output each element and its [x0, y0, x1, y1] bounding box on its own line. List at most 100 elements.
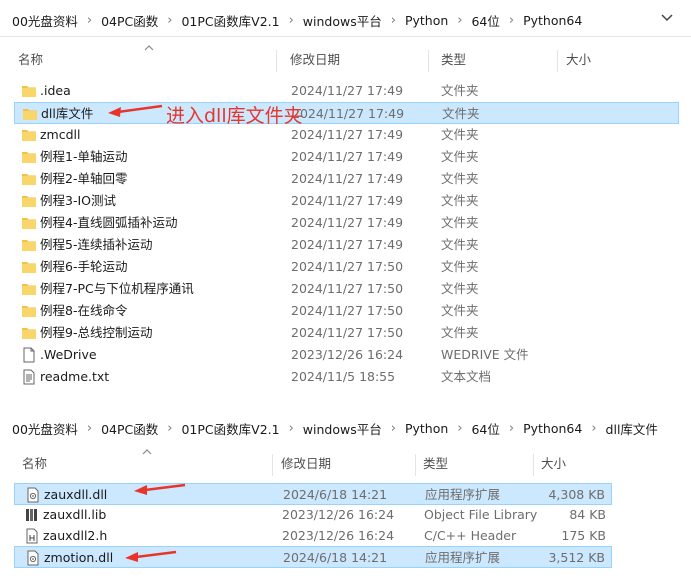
file-type: 应用程序扩展 — [425, 487, 501, 502]
file-name: dll库文件 — [41, 106, 94, 121]
folder-icon — [21, 127, 37, 143]
file-date: 2024/11/27 17:49 — [291, 193, 404, 208]
file-name: zauxdll.dll — [44, 487, 108, 502]
folder-icon — [21, 149, 37, 165]
breadcrumb-separator-icon: › — [390, 421, 396, 436]
breadcrumb-item[interactable]: 64位 — [471, 11, 499, 30]
file-name: 例程8-在线命令 — [40, 303, 128, 318]
bottom-column-header: 名称 修改日期 类型 大小 — [14, 449, 683, 478]
file-row[interactable]: 例程9-总线控制运动 2024/11/27 17:50 文件夹 — [14, 322, 679, 344]
breadcrumb-item[interactable]: 00光盘资料 — [12, 419, 78, 438]
file-size: 4,308 KB — [548, 487, 605, 502]
file-name: zauxdll2.h — [43, 528, 108, 543]
top-column-header: 名称 修改日期 类型 大小 — [14, 45, 683, 74]
breadcrumb-item[interactable]: 01PC函数库V2.1 — [181, 419, 279, 438]
breadcrumb-separator-icon: › — [86, 421, 93, 436]
folder-icon — [21, 259, 37, 275]
file-type: 文件夹 — [441, 83, 479, 98]
file-name: zauxdll.lib — [43, 507, 107, 522]
file-row[interactable]: zauxdll.dll 2024/6/18 14:21 应用程序扩展 4,308 KB — [14, 483, 612, 505]
file-type: C/C++ Header — [424, 528, 517, 543]
file-date: 2024/11/27 17:49 — [291, 83, 404, 98]
file-size: 84 KB — [569, 507, 606, 522]
file-date: 2024/6/18 14:21 — [283, 550, 388, 565]
breadcrumb-item[interactable]: 04PC函数 — [101, 11, 158, 30]
file-type: 文件夹 — [441, 215, 479, 230]
file-row[interactable]: zmotion.dll 2024/6/18 14:21 应用程序扩展 3,512 KB — [14, 546, 612, 568]
file-name: 例程7-PC与下位机程序通讯 — [40, 281, 194, 296]
file-name: readme.txt — [40, 369, 110, 384]
chevron-down-icon[interactable] — [659, 9, 675, 25]
column-divider[interactable] — [415, 454, 416, 476]
bottom-breadcrumb-bar: 00光盘资料 › 04PC函数 › 01PC函数库V2.1 › windows平台 › … — [0, 412, 691, 442]
column-divider[interactable] — [276, 50, 277, 72]
file-row[interactable]: zmcdll 2024/11/27 17:49 文件夹 — [14, 124, 679, 146]
column-divider[interactable] — [272, 454, 273, 476]
column-divider[interactable] — [557, 50, 558, 72]
breadcrumb-separator-icon: › — [457, 13, 463, 28]
column-date[interactable]: 修改日期 — [290, 46, 340, 74]
folder-icon — [21, 303, 37, 319]
column-name[interactable]: 名称 — [22, 450, 47, 478]
folder-icon — [21, 281, 37, 297]
breadcrumb-separator-icon: › — [167, 421, 173, 436]
file-date: 2024/11/27 17:49 — [291, 171, 404, 186]
file-row[interactable]: 例程4-直线圆弧插补运动 2024/11/27 17:49 文件夹 — [14, 212, 679, 234]
column-divider[interactable] — [428, 50, 429, 72]
file-row[interactable]: readme.txt 2024/11/5 18:55 文本文档 — [14, 366, 679, 388]
file-date: 2024/11/27 17:49 — [291, 215, 404, 230]
file-name: 例程6-手轮运动 — [40, 259, 128, 274]
file-row[interactable]: 例程2-单轴回零 2024/11/27 17:49 文件夹 — [14, 168, 679, 190]
file-type: 文件夹 — [441, 303, 479, 318]
file-name: .idea — [40, 83, 71, 98]
breadcrumb-item[interactable]: Python — [405, 13, 448, 28]
breadcrumb-separator-icon: › — [591, 421, 597, 436]
breadcrumb-item[interactable]: 00光盘资料 — [12, 11, 78, 30]
file-row[interactable]: 例程3-IO测试 2024/11/27 17:49 文件夹 — [14, 190, 679, 212]
dll-icon — [25, 550, 41, 566]
breadcrumb-separator-icon: › — [457, 421, 463, 436]
column-type[interactable]: 类型 — [423, 450, 448, 478]
file-type: 文件夹 — [441, 171, 479, 186]
file-row[interactable]: 例程1-单轴运动 2024/11/27 17:49 文件夹 — [14, 146, 679, 168]
column-size[interactable]: 大小 — [541, 450, 566, 478]
column-type[interactable]: 类型 — [441, 46, 466, 74]
column-size[interactable]: 大小 — [566, 46, 591, 74]
breadcrumb-item[interactable]: windows平台 — [303, 11, 382, 30]
breadcrumb-item[interactable]: dll库文件 — [606, 419, 658, 438]
sort-up-icon — [144, 45, 154, 51]
breadcrumb-item[interactable]: 04PC函数 — [101, 419, 158, 438]
file-name: 例程5-连续插补运动 — [40, 237, 153, 252]
breadcrumb-item[interactable]: Python — [405, 421, 448, 436]
file-row[interactable]: 例程8-在线命令 2024/11/27 17:50 文件夹 — [14, 300, 679, 322]
folder-icon — [21, 237, 37, 253]
file-row[interactable]: zauxdll2.h 2023/12/26 16:24 C/C++ Header 17… — [14, 525, 612, 547]
file-row[interactable]: 例程7-PC与下位机程序通讯 2024/11/27 17:50 文件夹 — [14, 278, 679, 300]
file-type: 文件夹 — [441, 149, 479, 164]
file-type: Object File Library — [424, 507, 538, 522]
file-date: 2023/12/26 16:24 — [282, 528, 395, 543]
file-date: 2024/11/5 18:55 — [291, 369, 396, 384]
breadcrumb-item[interactable]: Python64 — [523, 13, 582, 28]
file-name: 例程9-总线控制运动 — [40, 325, 153, 340]
top-breadcrumb: 00光盘资料 › 04PC函数 › 01PC函数库V2.1 › windows平台 › … — [12, 11, 582, 30]
breadcrumb-item[interactable]: Python64 — [523, 421, 582, 436]
column-date[interactable]: 修改日期 — [281, 450, 331, 478]
file-row[interactable]: .WeDrive 2023/12/26 16:24 WEDRIVE 文件 — [14, 344, 679, 366]
column-divider[interactable] — [533, 454, 534, 476]
annotation-text: 进入dll库文件夹 — [166, 105, 303, 127]
folder-icon — [21, 325, 37, 341]
file-row[interactable]: zauxdll.lib 2023/12/26 16:24 Object File L… — [14, 504, 612, 526]
column-name[interactable]: 名称 — [18, 46, 43, 74]
file-date: 2023/12/26 16:24 — [291, 347, 404, 362]
file-type: 文件夹 — [441, 259, 479, 274]
file-row[interactable]: 例程6-手轮运动 2024/11/27 17:50 文件夹 — [14, 256, 679, 278]
breadcrumb-item[interactable]: 64位 — [471, 419, 499, 438]
breadcrumb-item[interactable]: 01PC函数库V2.1 — [181, 11, 279, 30]
breadcrumb-separator-icon: › — [288, 421, 294, 436]
file-name: 例程2-单轴回零 — [40, 171, 128, 186]
breadcrumb-item[interactable]: windows平台 — [303, 419, 382, 438]
folder-icon — [21, 193, 37, 209]
file-row[interactable]: .idea 2024/11/27 17:49 文件夹 — [14, 80, 679, 102]
file-row[interactable]: 例程5-连续插补运动 2024/11/27 17:49 文件夹 — [14, 234, 679, 256]
